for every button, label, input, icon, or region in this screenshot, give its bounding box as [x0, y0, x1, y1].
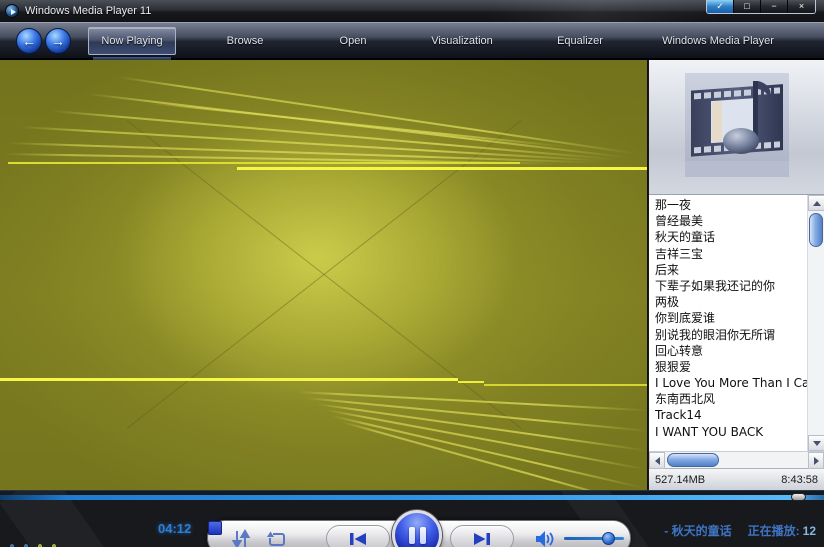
viz-streak-line	[342, 421, 639, 490]
restore-button[interactable]: □	[734, 0, 761, 13]
playlist-item[interactable]: 曾经最美	[649, 213, 807, 229]
playlist-list: 那一夜曾经最美秋天的童话吉祥三宝后来下辈子如果我还记的你两极你到底爱谁别说我的眼…	[649, 197, 807, 451]
scroll-up-button[interactable]	[808, 195, 824, 211]
previous-icon	[347, 532, 369, 546]
playlist-total-size: 527.14MB	[655, 474, 705, 486]
playlist-item[interactable]: I Love You More Than I Can S	[649, 375, 807, 391]
viz-scanline	[458, 381, 484, 383]
playlist-status-bar: 527.14MB 8:43:58	[649, 468, 824, 490]
main-area: 那一夜曾经最美秋天的童话吉祥三宝后来下辈子如果我还记的你两极你到底爱谁别说我的眼…	[0, 60, 824, 490]
playlist-item[interactable]: 东南西北风	[649, 391, 807, 407]
vertical-scrollbar[interactable]	[807, 195, 824, 451]
playback-controls	[207, 520, 631, 547]
playlist-total-duration: 8:43:58	[781, 474, 818, 486]
album-art-image	[685, 73, 789, 177]
tab-open[interactable]: Open	[310, 27, 396, 55]
playlist-item[interactable]: 回心转意	[649, 343, 807, 359]
clipped-watermark	[6, 541, 70, 547]
playlist-item[interactable]: 两极	[649, 294, 807, 310]
next-button[interactable]	[450, 525, 514, 547]
status-value: 12	[803, 524, 816, 538]
minimize-button[interactable]: −	[761, 0, 788, 13]
now-playing-info: - 秋天的童话 正在播放:12	[664, 522, 816, 539]
playlist-panel: 那一夜曾经最美秋天的童话吉祥三宝后来下辈子如果我还记的你两极你到底爱谁别说我的眼…	[648, 60, 824, 490]
speaker-icon	[535, 529, 557, 547]
volume-knob[interactable]	[602, 532, 615, 545]
elapsed-time: 04:12	[158, 521, 191, 536]
viz-scanline	[237, 167, 648, 170]
album-art-area	[649, 60, 824, 195]
repeat-button[interactable]	[264, 527, 290, 547]
viz-scanline	[484, 384, 648, 386]
window-title: Windows Media Player 11	[25, 5, 151, 17]
playlist-item[interactable]: 你到底爱谁	[649, 310, 807, 326]
horizontal-scroll-thumb[interactable]	[667, 453, 719, 467]
scroll-left-button[interactable]	[649, 452, 665, 469]
playlist-item[interactable]: 别说我的眼泪你无所谓	[649, 327, 807, 343]
playlist-item[interactable]: 那一夜	[649, 197, 807, 213]
navigation-bar: ← → Now Playing Browse Open Visualizatio…	[0, 22, 824, 60]
shuffle-icon	[231, 529, 251, 547]
window-controls: ✓ □ − ×	[706, 0, 816, 14]
status-label: 正在播放:	[748, 524, 800, 538]
viz-scanline	[0, 378, 458, 381]
pause-icon	[409, 527, 415, 544]
tab-visualization[interactable]: Visualization	[414, 27, 510, 55]
apply-button[interactable]: ✓	[707, 0, 734, 13]
pause-icon	[420, 527, 426, 544]
stop-button[interactable]	[208, 521, 222, 535]
playlist-item[interactable]: Track14	[649, 407, 807, 423]
transport-bar: 04:12	[0, 490, 824, 547]
seek-bar[interactable]	[0, 495, 824, 500]
scroll-right-button[interactable]	[808, 452, 824, 469]
now-playing-status: 正在播放:12	[748, 522, 816, 539]
title-bar: Windows Media Player 11 ✓ □ − ×	[0, 0, 824, 22]
forward-button[interactable]: →	[45, 28, 71, 54]
visualization-canvas[interactable]	[0, 60, 648, 490]
back-button[interactable]: ←	[16, 28, 42, 54]
close-button[interactable]: ×	[788, 0, 815, 13]
repeat-icon	[267, 529, 287, 547]
scroll-left-icon	[655, 457, 660, 465]
horizontal-scrollbar[interactable]	[649, 451, 824, 468]
seek-knob[interactable]	[791, 493, 806, 501]
viz-streak-line	[8, 142, 600, 164]
playlist-item[interactable]: 下辈子如果我还记的你	[649, 278, 807, 294]
scroll-down-icon	[813, 441, 821, 446]
tab-windows-media-player[interactable]: Windows Media Player	[652, 27, 784, 55]
pause-button[interactable]	[392, 510, 442, 547]
tab-now-playing[interactable]: Now Playing	[88, 27, 176, 55]
playlist-item[interactable]: 狠狠爱	[649, 359, 807, 375]
wmp-logo-icon	[5, 4, 19, 18]
scroll-up-icon	[813, 201, 821, 206]
next-icon	[471, 532, 493, 546]
playlist-list-container: 那一夜曾经最美秋天的童话吉祥三宝后来下辈子如果我还记的你两极你到底爱谁别说我的眼…	[649, 195, 824, 451]
viz-scanline	[8, 162, 520, 164]
previous-button[interactable]	[326, 525, 390, 547]
mute-button[interactable]	[534, 527, 558, 547]
scroll-down-button[interactable]	[808, 435, 824, 451]
playlist-item[interactable]: 秋天的童话	[649, 229, 807, 245]
viz-streak-line	[118, 76, 638, 155]
volume-slider[interactable]	[564, 537, 624, 540]
tab-browse[interactable]: Browse	[200, 27, 290, 55]
now-playing-title: - 秋天的童话	[664, 522, 731, 539]
wmp-window: Windows Media Player 11 ✓ □ − × ← → Now …	[0, 0, 824, 547]
playlist-item[interactable]: I WANT YOU BACK	[649, 424, 807, 440]
vertical-scroll-thumb[interactable]	[809, 213, 823, 247]
playlist-item[interactable]: 后来	[649, 262, 807, 278]
tab-equalizer[interactable]: Equalizer	[534, 27, 626, 55]
playlist-item[interactable]: 吉祥三宝	[649, 246, 807, 262]
shuffle-button[interactable]	[228, 527, 254, 547]
scroll-right-icon	[814, 457, 819, 465]
